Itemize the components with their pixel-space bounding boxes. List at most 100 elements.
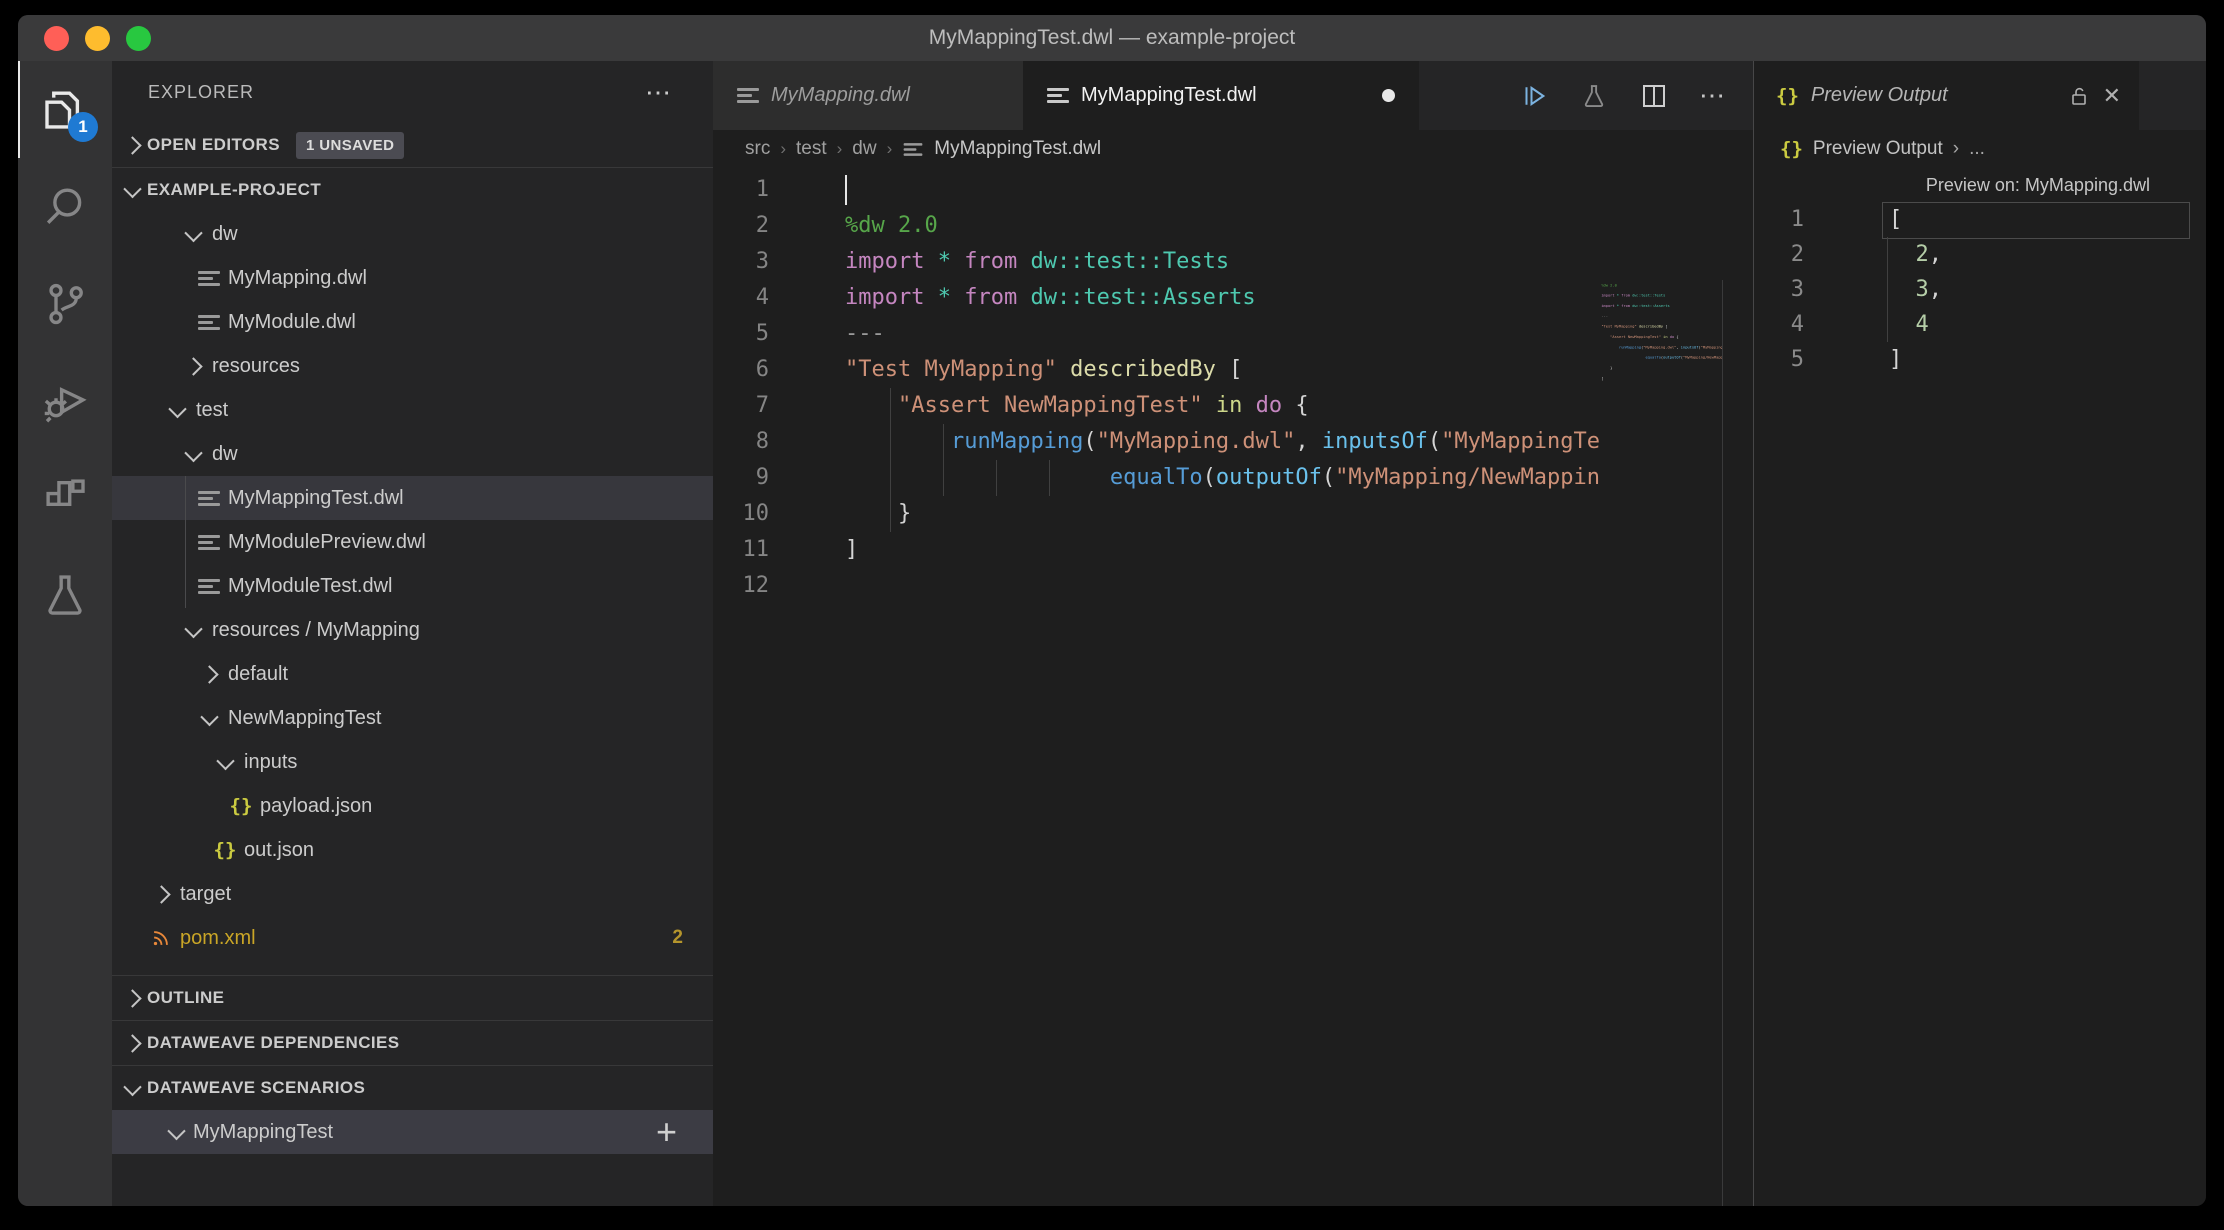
code-line-4[interactable]: 4import * from dw::test::Asserts [713,280,1599,316]
tree-item-mymodulepreview-dwl[interactable]: MyModulePreview.dwl [112,520,713,564]
run-preview-icon[interactable] [1519,81,1549,111]
open-editors-section[interactable]: OPEN EDITORS 1 UNSAVED [112,123,713,167]
preview-breadcrumb: {} Preview Output › ... [1754,130,2206,168]
chevron-right-icon [152,885,170,903]
tree-item-label: resources / MyMapping [212,619,420,642]
open-editors-label: OPEN EDITORS [147,135,280,155]
unlock-icon[interactable] [2067,84,2091,108]
preview-output-content[interactable]: 1[2 2,3 3,4 45] [1754,202,2206,1206]
breadcrumb-test[interactable]: test [796,138,827,160]
chevron-separator-icon: › [780,139,786,159]
split-editor-icon[interactable] [1639,81,1669,111]
code-editor[interactable]: 12%dw 2.03import * from dw::test::Tests4… [713,168,1753,1206]
text-cursor [845,175,847,205]
project-root-row[interactable]: EXAMPLE-PROJECT [112,168,713,212]
activity-extensions[interactable] [18,449,112,546]
tree-item-pom-xml[interactable]: pom.xml 2 [112,916,713,960]
code-line-11[interactable]: 11] [713,532,1599,568]
activity-explorer[interactable]: 1 [18,61,112,158]
tree-item-label: MyModuleTest.dwl [228,575,393,598]
tree-item-label: pom.xml [180,927,256,950]
tree-item-label: NewMappingTest [228,707,381,730]
line-number: 6 [713,352,797,388]
dataweave-file-icon [198,488,220,509]
preview-line-1[interactable]: 1[ [1754,202,2206,237]
tab-mymappingtest-dwl[interactable]: MyMappingTest.dwl [1023,61,1419,130]
json-braces-icon: {} [214,839,237,861]
editor-more-actions-icon[interactable]: ⋯ [1699,80,1727,111]
breadcrumb-src[interactable]: src [745,138,770,160]
section-dataweave-dependencies[interactable]: DATAWEAVE DEPENDENCIES [112,1021,713,1065]
code-line-1[interactable]: 1 [713,172,1599,208]
preview-breadcrumb-more[interactable]: ... [1969,138,1985,160]
code-line-7[interactable]: 7 "Assert NewMappingTest" in do { [713,388,1599,424]
tree-item-label: MyModulePreview.dwl [228,531,426,554]
tree-item-payload-json[interactable]: {}payload.json [112,784,713,828]
tree-item-default[interactable]: default [112,652,713,696]
section-dataweave-scenarios[interactable]: DATAWEAVE SCENARIOS [112,1066,713,1110]
titlebar: MyMappingTest.dwl — example-project [18,15,2206,61]
indent-guide [943,460,944,496]
chevron-down-icon [168,399,186,417]
code-line-3[interactable]: 3import * from dw::test::Tests [713,244,1599,280]
tree-item-test[interactable]: test [112,388,713,432]
tree-item-label: dw [212,223,238,246]
explorer-more-actions-icon[interactable]: ⋯ [645,77,673,108]
problems-count-badge: 2 [672,927,683,949]
code-line-12[interactable]: 12 [713,568,1599,604]
activity-run-debug[interactable] [18,352,112,449]
tree-item-mymoduletest-dwl[interactable]: MyModuleTest.dwl [112,564,713,608]
preview-breadcrumb-item[interactable]: Preview Output [1813,138,1943,160]
line-number: 3 [713,244,797,280]
scenario-mymappingtest[interactable]: MyMappingTest + [112,1110,713,1154]
tree-item-mymodule-dwl[interactable]: MyModule.dwl [112,300,713,344]
dataweave-file-icon [904,140,923,158]
preview-line-3[interactable]: 3 3, [1754,272,2206,307]
vscode-window: MyMappingTest.dwl — example-project 1 [18,15,2206,1206]
preview-line-4[interactable]: 4 4 [1754,307,2206,342]
tab-mymapping-dwl[interactable]: MyMapping.dwl [713,61,1023,130]
tree-item-label: target [180,883,231,906]
open-files-badge: 1 [68,112,98,142]
chevron-down-icon [167,1121,185,1139]
breadcrumb-file[interactable]: MyMappingTest.dwl [934,138,1101,160]
activity-testing[interactable] [18,546,112,643]
tree-item-resources-mymapping[interactable]: resources / MyMapping [112,608,713,652]
section-outline[interactable]: OUTLINE [112,976,713,1020]
tree-item-mymappingtest-dwl[interactable]: MyMappingTest.dwl [112,476,713,520]
indent-guide [890,424,891,460]
chevron-down-icon [216,751,234,769]
tree-item-target[interactable]: target [112,872,713,916]
code-line-8[interactable]: 8 runMapping("MyMapping.dwl", inputsOf("… [713,424,1599,460]
minimap[interactable]: %dw 2.0import * from dw::test::Testsimpo… [1598,280,1723,1206]
indent-guide [890,460,891,496]
tab-preview-output[interactable]: {} Preview Output ✕ [1754,61,2139,130]
tree-item-newmappingtest[interactable]: NewMappingTest [112,696,713,740]
activity-search[interactable] [18,158,112,255]
breadcrumb-dw[interactable]: dw [852,138,876,160]
indent-guide [890,496,891,532]
code-line-5[interactable]: 5--- [713,316,1599,352]
preview-line-2[interactable]: 2 2, [1754,237,2206,272]
code-line-9[interactable]: 9 equalTo(outputOf("MyMapping/NewMapping… [713,460,1599,496]
unsaved-dot-icon[interactable] [1382,89,1395,102]
tree-item-dw[interactable]: dw [112,212,713,256]
tree-item-inputs[interactable]: inputs [112,740,713,784]
line-number: 5 [1754,342,1829,377]
line-number: 4 [1754,307,1829,342]
chevron-separator-icon: › [887,139,893,159]
chevron-separator-icon: › [837,139,843,159]
tree-item-mymapping-dwl[interactable]: MyMapping.dwl [112,256,713,300]
preview-line-5[interactable]: 5] [1754,342,2206,377]
activity-source-control[interactable] [18,255,112,352]
sidebar-title: EXPLORER [148,82,254,103]
debug-icon [38,374,92,428]
tree-item-out-json[interactable]: {}out.json [112,828,713,872]
run-tests-flask-icon[interactable] [1579,81,1609,111]
code-line-2[interactable]: 2%dw 2.0 [713,208,1599,244]
code-line-6[interactable]: 6"Test MyMapping" describedBy [ [713,352,1599,388]
tree-item-dw[interactable]: dw [112,432,713,476]
close-panel-icon[interactable]: ✕ [2103,83,2121,109]
code-line-10[interactable]: 10 } [713,496,1599,532]
tree-item-resources[interactable]: resources [112,344,713,388]
